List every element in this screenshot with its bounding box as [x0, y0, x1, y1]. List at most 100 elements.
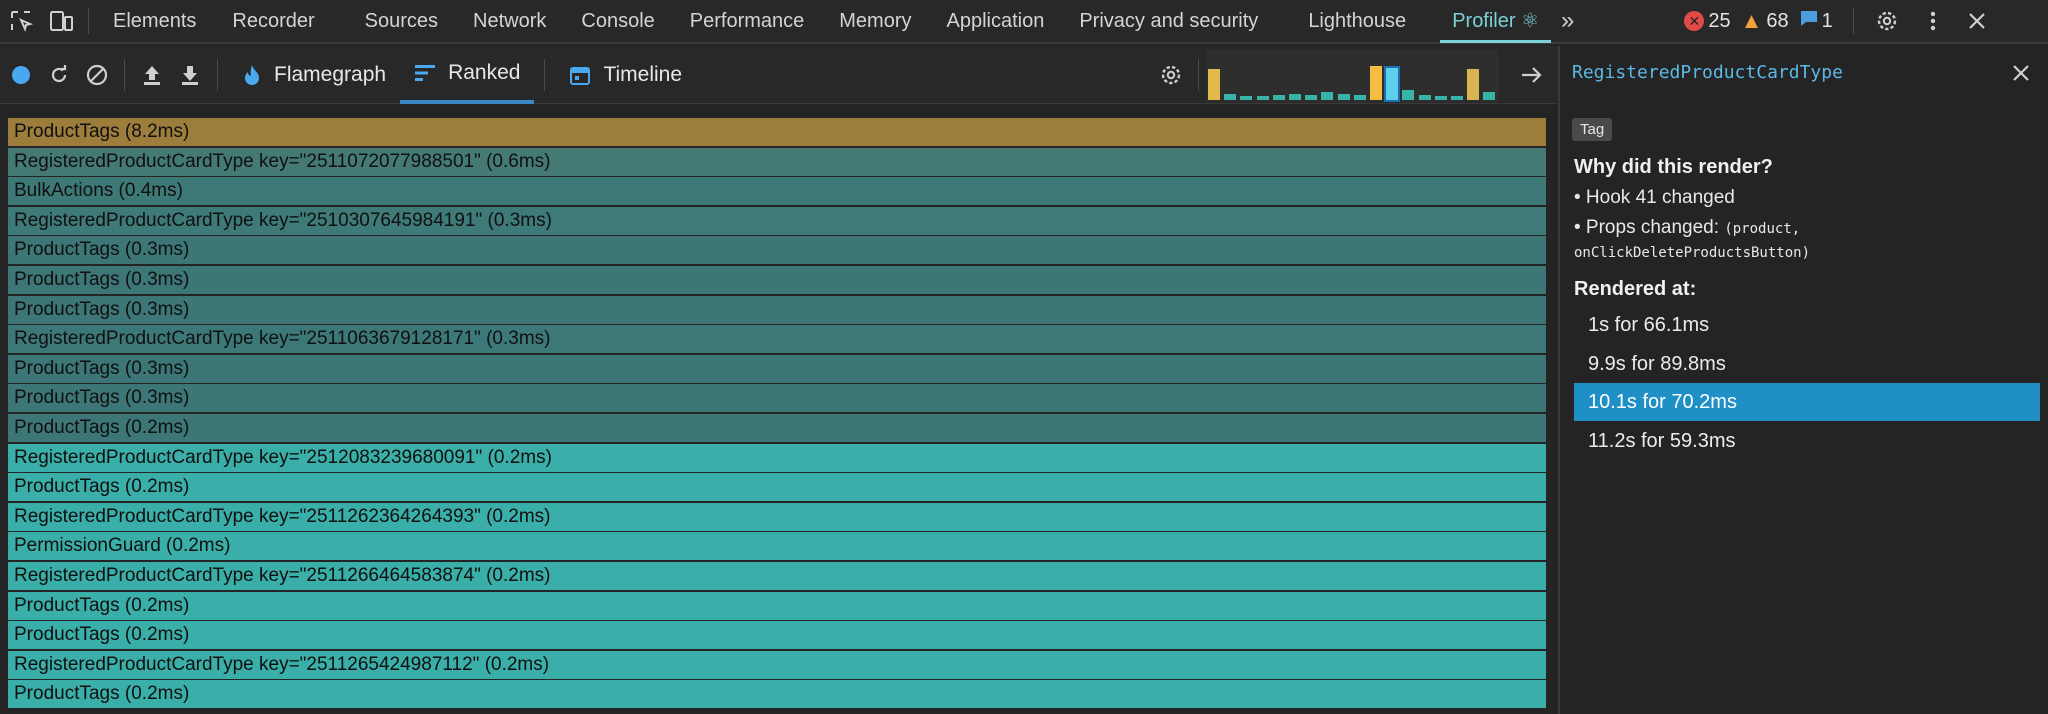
ranked-icon — [415, 64, 436, 81]
tab-sources[interactable]: Sources — [365, 0, 438, 43]
next-commit-button[interactable] — [1514, 58, 1548, 92]
close-panel-button[interactable] — [2010, 62, 2032, 84]
more-tabs-icon[interactable]: » — [1561, 7, 1574, 35]
tab-application[interactable]: Application — [947, 0, 1045, 43]
commit-bar[interactable] — [1321, 92, 1334, 100]
warning-icon: ▲ — [1740, 8, 1763, 33]
ranked-row[interactable]: RegisteredProductCardType key="251126646… — [8, 561, 1546, 590]
commit-bar[interactable] — [1353, 95, 1366, 100]
commit-bar[interactable] — [1240, 96, 1253, 100]
commit-bar[interactable] — [1272, 95, 1285, 100]
tag-badge: Tag — [1572, 118, 1613, 141]
load-profile-button[interactable] — [135, 58, 169, 92]
commit-bar[interactable] — [1224, 94, 1237, 100]
tab-profiler[interactable]: Profiler ⚛ — [1440, 0, 1552, 43]
commit-bar[interactable] — [1467, 69, 1480, 100]
message-icon — [1799, 8, 1819, 34]
component-details-panel: RegisteredProductCardType Tag Why did th… — [1560, 46, 2048, 714]
ranked-row[interactable]: RegisteredProductCardType key="251030764… — [8, 206, 1546, 235]
reload-icon — [51, 64, 67, 82]
arrow-right-icon — [1522, 67, 1542, 83]
render-time-item[interactable]: 1s for 66.1ms — [1574, 306, 2040, 344]
tab-performance[interactable]: Performance — [690, 0, 805, 43]
why-render-heading: Why did this render? — [1574, 156, 1773, 178]
gear-icon — [1161, 65, 1181, 84]
ranked-row[interactable]: RegisteredProductCardType key="251107207… — [8, 147, 1546, 176]
tab-timeline[interactable]: Timeline — [555, 46, 696, 104]
profiler-toolbar: Flamegraph Ranked Timeline 12 / 18 — [0, 46, 1558, 104]
ranked-row[interactable]: RegisteredProductCardType key="251126542… — [8, 650, 1546, 679]
tab-elements[interactable]: Elements — [113, 0, 196, 43]
commit-bar-chart[interactable] — [1207, 50, 1499, 102]
ranked-row[interactable]: ProductTags (0.2ms) — [8, 473, 1546, 502]
devtools-tab-bar: Elements Recorder Sources Network Consol… — [0, 0, 2048, 44]
commit-bar[interactable] — [1305, 95, 1318, 100]
reload-profile-button[interactable] — [42, 58, 76, 92]
ranked-chart: ProductTags (8.2ms) RegisteredProductCard… — [8, 118, 1546, 710]
ranked-row[interactable]: ProductTags (0.3ms) — [8, 265, 1546, 294]
render-time-item[interactable]: 11.2s for 59.3ms — [1574, 422, 2040, 460]
commit-bar[interactable] — [1434, 96, 1447, 100]
warning-count[interactable]: ▲ 68 — [1741, 8, 1789, 34]
toolbar-separator — [217, 58, 218, 91]
commit-bar[interactable] — [1451, 96, 1463, 100]
ranked-row[interactable]: RegisteredProductCardType key="251106367… — [8, 325, 1546, 354]
toolbar-separator — [1198, 58, 1200, 91]
ranked-row[interactable]: ProductTags (8.2ms) — [8, 118, 1546, 146]
ranked-row[interactable]: ProductTags (0.2ms) — [8, 413, 1546, 442]
toolbar-separator — [124, 58, 125, 91]
tab-network[interactable]: Network — [473, 0, 546, 43]
upload-icon — [144, 65, 160, 85]
flame-icon — [245, 64, 259, 85]
ranked-row[interactable]: ProductTags (0.2ms) — [8, 621, 1546, 650]
ranked-row[interactable]: PermissionGuard (0.2ms) — [8, 532, 1546, 561]
selected-component-name: RegisteredProductCardType — [1572, 62, 1843, 83]
reason-props-changed: • Props changed: (product, — [1574, 217, 1801, 238]
save-profile-button[interactable] — [173, 58, 207, 92]
more-options-icon[interactable] — [1920, 8, 1946, 34]
tab-privacy-security[interactable]: Privacy and security — [1079, 0, 1258, 43]
commit-bar[interactable] — [1256, 96, 1269, 100]
tab-flamegraph[interactable]: Flamegraph — [228, 46, 400, 104]
tab-ranked[interactable]: Ranked — [400, 46, 535, 104]
commit-bar[interactable] — [1289, 94, 1301, 100]
tab-recorder[interactable]: Recorder — [232, 0, 314, 43]
close-devtools-icon[interactable] — [1964, 8, 1990, 34]
ranked-row[interactable]: RegisteredProductCardType key="251208323… — [8, 443, 1546, 472]
close-icon — [2013, 65, 2029, 81]
commit-bar[interactable] — [1483, 92, 1496, 100]
render-time-item[interactable]: 10.1s for 70.2ms — [1574, 383, 2040, 421]
rendered-at-heading: Rendered at: — [1574, 278, 1697, 300]
commit-bar[interactable] — [1402, 90, 1415, 100]
commit-bar[interactable] — [1208, 69, 1220, 100]
tab-memory[interactable]: Memory — [839, 0, 911, 43]
commit-bar[interactable] — [1337, 94, 1350, 100]
error-count[interactable]: ✕ 25 — [1684, 10, 1731, 33]
inspect-element-icon[interactable] — [8, 8, 34, 34]
clear-profile-button[interactable] — [80, 58, 114, 92]
record-button[interactable] — [4, 58, 38, 92]
calendar-icon — [570, 66, 591, 85]
error-icon: ✕ — [1684, 11, 1705, 31]
render-time-item[interactable]: 9.9s for 89.8ms — [1574, 345, 2040, 383]
ranked-row[interactable]: BulkActions (0.4ms) — [8, 177, 1546, 206]
ranked-row[interactable]: ProductTags (0.2ms) — [8, 680, 1546, 709]
message-count[interactable]: 1 — [1799, 8, 1833, 34]
profiler-settings-button[interactable] — [1154, 58, 1188, 92]
ranked-row[interactable]: ProductTags (0.3ms) — [8, 384, 1546, 413]
commit-bar[interactable] — [1418, 95, 1431, 100]
ranked-row[interactable]: ProductTags (0.3ms) — [8, 236, 1546, 265]
tab-console[interactable]: Console — [581, 0, 654, 43]
ranked-row[interactable]: ProductTags (0.3ms) — [8, 295, 1546, 324]
tab-lighthouse[interactable]: Lighthouse — [1308, 0, 1406, 43]
ranked-row[interactable]: ProductTags (0.2ms) — [8, 591, 1546, 620]
record-icon — [12, 65, 30, 84]
reason-hook-changed: • Hook 41 changed — [1574, 187, 1735, 208]
commit-bar[interactable] — [1384, 66, 1401, 102]
reason-props-args: onClickDeleteProductsButton) — [1574, 245, 1811, 261]
ranked-row[interactable]: RegisteredProductCardType key="251126236… — [8, 502, 1546, 531]
commit-bar[interactable] — [1370, 66, 1382, 100]
ranked-row[interactable]: ProductTags (0.3ms) — [8, 354, 1546, 383]
settings-gear-icon[interactable] — [1874, 8, 1900, 34]
device-toolbar-icon[interactable] — [48, 8, 74, 34]
